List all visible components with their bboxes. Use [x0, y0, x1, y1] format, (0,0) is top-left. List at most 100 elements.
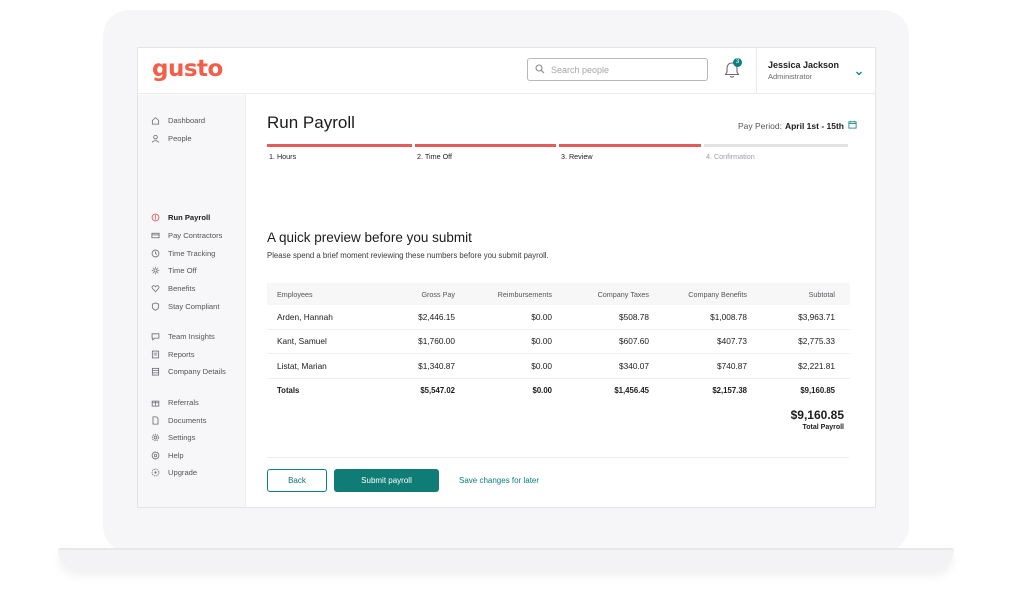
sidebar-item-time-tracking[interactable]: Time Tracking — [151, 247, 215, 259]
table-cell: $2,775.33 — [798, 336, 835, 347]
sidebar-item-time-off[interactable]: Time Off — [151, 264, 197, 276]
notification-badge: 3 — [733, 58, 742, 67]
sidebar-item-label: Help — [168, 450, 184, 460]
section-subheading: Please spend a brief moment reviewing th… — [267, 251, 549, 260]
sidebar-item-label: Dashboard — [168, 115, 206, 125]
sun-icon — [151, 266, 160, 275]
sidebar-item-run-payroll[interactable]: Run Payroll — [151, 211, 210, 223]
table-header: Employees Gross Pay Reimbursements Compa… — [267, 283, 850, 305]
step-label: 3. Review — [561, 152, 593, 161]
table-cell: $0.00 — [531, 311, 552, 322]
sidebar-item-settings[interactable]: Settings — [151, 431, 195, 443]
table-cell: $0.00 — [531, 336, 552, 347]
gift-icon — [151, 398, 160, 407]
app-window: gusto 3 Jessica Jackson Administrator Da… — [137, 47, 876, 508]
save-for-later-link[interactable]: Save changes for later — [459, 476, 539, 485]
upgrade-icon — [151, 468, 160, 477]
table-cell: $407.73 — [717, 336, 747, 347]
step-review[interactable]: 3. Review — [559, 144, 701, 164]
payroll-table: Employees Gross Pay Reimbursements Compa… — [267, 283, 850, 403]
sidebar-item-label: Time Tracking — [168, 248, 216, 258]
column-header: Gross Pay — [421, 289, 455, 299]
submit-payroll-button[interactable]: Submit payroll — [334, 469, 439, 492]
sidebar-item-company-details[interactable]: Company Details — [151, 365, 226, 377]
reports-icon — [151, 350, 160, 359]
search-input[interactable] — [551, 64, 701, 75]
total-payroll: $9,160.85 Total Payroll — [791, 408, 844, 431]
search-icon — [535, 61, 545, 79]
sidebar-item-stay-compliant[interactable]: Stay Compliant — [151, 300, 220, 312]
header-divider — [756, 48, 757, 94]
heart-icon — [151, 284, 160, 293]
sidebar-item-label: Benefits — [168, 283, 196, 293]
main-content: Run Payroll Pay Period: April 1st - 15th… — [267, 95, 857, 507]
payroll-icon — [151, 213, 160, 222]
table-cell: $2,221.81 — [798, 360, 835, 371]
totals-row: Totals $5,547.02 $0.00 $1,456.45 $2,157.… — [267, 379, 850, 404]
sidebar-item-label: Company Details — [168, 366, 226, 376]
total-payroll-label: Total Payroll — [802, 424, 845, 431]
step-time-off[interactable]: 2. Time Off — [415, 144, 556, 164]
sidebar-item-referrals[interactable]: Referrals — [151, 396, 199, 408]
table-cell: $340.07 — [619, 360, 649, 371]
table-cell: $2,446.15 — [418, 311, 455, 322]
sidebar-item-label: Reports — [168, 349, 195, 359]
step-label: 1. Hours — [269, 152, 297, 161]
table-row: Arden, Hannah $2,446.15 $0.00 $508.78 $1… — [267, 305, 850, 330]
sidebar-item-label: Documents — [168, 415, 207, 425]
sidebar-item-pay-contractors[interactable]: Pay Contractors — [151, 229, 222, 241]
column-header: Reimbursements — [497, 289, 552, 299]
sidebar-item-benefits[interactable]: Benefits — [151, 282, 195, 294]
step-label: 2. Time Off — [417, 152, 453, 161]
sidebar-item-label: Time Off — [168, 265, 197, 275]
step-bar — [267, 144, 412, 147]
sidebar: Dashboard People Run Payroll Pay Contrac… — [138, 95, 246, 507]
sidebar-item-people[interactable]: People — [151, 132, 192, 144]
sidebar-item-label: Team Insights — [168, 331, 215, 341]
table-cell: $0.00 — [532, 386, 552, 396]
sidebar-item-label: Referrals — [168, 397, 199, 407]
search-box[interactable] — [527, 58, 708, 81]
home-icon — [151, 116, 160, 125]
table-cell: $607.60 — [619, 336, 649, 347]
sidebar-item-reports[interactable]: Reports — [151, 348, 195, 360]
clock-icon — [151, 249, 160, 258]
table-cell: $740.87 — [717, 360, 747, 371]
user-role: Administrator — [768, 72, 813, 81]
table-cell: $3,963.71 — [798, 311, 835, 322]
calendar-icon[interactable] — [844, 120, 857, 131]
sidebar-item-documents[interactable]: Documents — [151, 414, 206, 426]
employee-name: Arden, Hannah — [277, 311, 333, 322]
footer-divider — [267, 457, 849, 458]
pay-period[interactable]: Pay Period: April 1st - 15th — [738, 120, 857, 131]
sidebar-item-help[interactable]: Help — [151, 449, 184, 461]
gusto-logo[interactable]: gusto — [152, 56, 223, 82]
table-cell: $2,157.38 — [712, 386, 747, 396]
table-cell: $508.78 — [619, 311, 649, 322]
column-header: Company Taxes — [597, 289, 649, 299]
section-heading: A quick preview before you submit — [267, 230, 472, 245]
table-cell: $1,456.45 — [614, 386, 649, 396]
chat-icon — [151, 332, 160, 341]
step-hours[interactable]: 1. Hours — [267, 144, 412, 164]
sidebar-item-dashboard[interactable]: Dashboard — [151, 114, 205, 126]
laptop-base — [58, 550, 954, 570]
notifications-button[interactable]: 3 — [722, 58, 742, 80]
column-header: Subtotal — [808, 289, 835, 299]
column-header: Company Benefits — [688, 289, 747, 299]
table-row: Listat, Marian $1,340.87 $0.00 $340.07 $… — [267, 354, 850, 379]
table-cell: $5,547.02 — [420, 386, 455, 396]
pay-period-value: April 1st - 15th — [784, 120, 844, 131]
employee-name: Listat, Marian — [277, 360, 327, 371]
sidebar-item-team-insights[interactable]: Team Insights — [151, 330, 215, 342]
employee-name: Kant, Samuel — [277, 336, 327, 347]
sidebar-item-upgrade[interactable]: Upgrade — [151, 466, 197, 478]
sidebar-item-label: Stay Compliant — [168, 301, 220, 311]
back-button[interactable]: Back — [267, 469, 327, 492]
chevron-down-icon[interactable] — [854, 65, 864, 76]
step-bar — [415, 144, 556, 147]
sidebar-item-label: Pay Contractors — [168, 230, 223, 240]
user-name[interactable]: Jessica Jackson — [768, 60, 839, 70]
column-header: Employees — [277, 289, 313, 299]
table-cell: $9,160.85 — [800, 386, 835, 396]
